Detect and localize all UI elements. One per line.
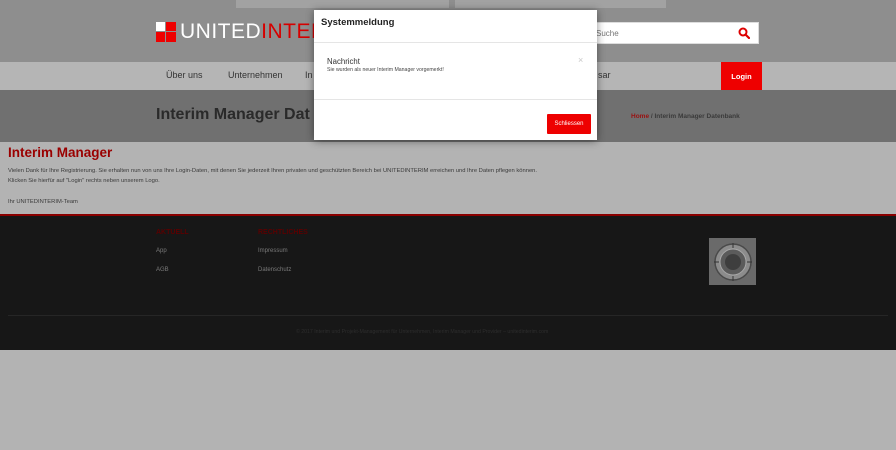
- breadcrumb: Home / Interim Manager Datenbank: [631, 113, 740, 120]
- nav-item-glossar[interactable]: sar: [598, 70, 611, 80]
- logo-squares-icon: [156, 22, 176, 42]
- close-button[interactable]: Schliessen: [547, 114, 591, 134]
- login-hint-text: Klicken Sie hierfür auf "Login" rechts n…: [8, 178, 160, 184]
- modal-header-divider: [314, 42, 597, 43]
- page-title: Interim Manager Dat: [156, 106, 310, 123]
- footer-link-datenschutz[interactable]: Datenschutz: [258, 267, 291, 273]
- footer-link-impressum[interactable]: Impressum: [258, 248, 288, 254]
- seal-icon[interactable]: [709, 238, 756, 285]
- page-backdrop: [0, 350, 896, 450]
- thank-you-text: Vielen Dank für Ihre Registrierung. Sie …: [8, 168, 537, 174]
- signature-text: Ihr UNITEDINTERIM-Team: [8, 199, 78, 205]
- nav-item-ueber-uns[interactable]: Über uns: [166, 70, 203, 80]
- search-input[interactable]: [596, 26, 726, 41]
- breadcrumb-current: Interim Manager Datenbank: [654, 113, 740, 120]
- modal-title: Systemmeldung: [321, 17, 395, 28]
- header-tab-strip: [236, 0, 449, 8]
- footer-link-app[interactable]: App: [156, 248, 167, 254]
- footer-heading-rechtliches: RECHTLICHES: [258, 229, 308, 236]
- nav-item-unternehmen[interactable]: Unternehmen: [228, 70, 283, 80]
- copyright-text: © 2017 Interim und Projekt-Management fü…: [296, 329, 549, 335]
- footer-heading-aktuell: AKTUELL: [156, 229, 189, 236]
- login-button[interactable]: Login: [721, 62, 762, 90]
- alert-message: Sie wurden als neuer Interim Manager vor…: [327, 67, 444, 73]
- modal-footer-divider: [314, 99, 597, 100]
- breadcrumb-separator: /: [650, 113, 653, 120]
- alert-close-icon[interactable]: ×: [578, 55, 583, 65]
- footer-link-agb[interactable]: AGB: [156, 267, 169, 273]
- breadcrumb-home[interactable]: Home: [631, 113, 649, 120]
- search-icon[interactable]: [738, 27, 750, 39]
- header-tab-strip: [455, 0, 666, 8]
- system-message-modal: Systemmeldung Nachricht Sie wurden als n…: [314, 10, 597, 140]
- section-heading: Interim Manager: [8, 145, 113, 160]
- search-box[interactable]: [591, 22, 759, 44]
- footer-divider: [8, 315, 888, 316]
- alert-title: Nachricht: [327, 57, 360, 66]
- nav-item-interim[interactable]: In: [305, 70, 313, 80]
